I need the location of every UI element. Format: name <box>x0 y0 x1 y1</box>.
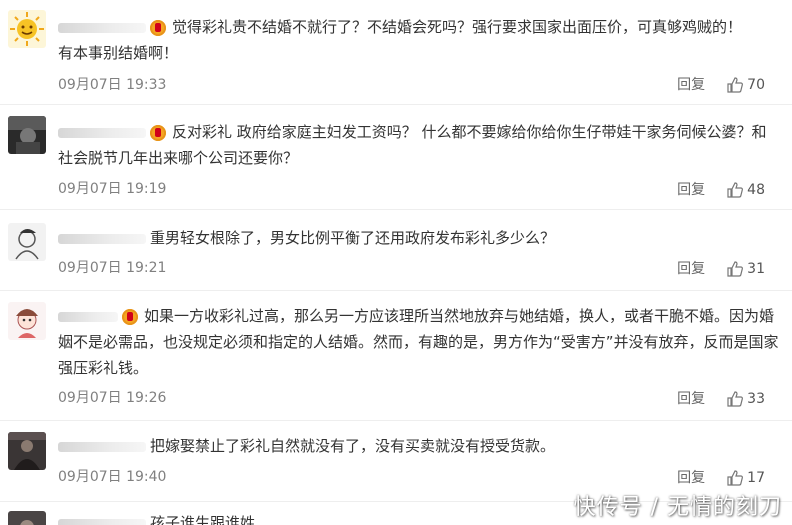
comment-line: 孩子谁生跟谁姓 <box>58 510 255 525</box>
comment-line: 把嫁娶禁止了彩礼自然就没有了，没有买卖就没有授受货款。 <box>58 433 555 459</box>
username-blurred[interactable] <box>58 233 146 244</box>
comment-text: 有本事别结婚啊！ <box>58 44 179 62</box>
comment-text: 姻不是必需品，也没规定必须和指定的人结婚。然而，有趣的是，男方作为“受害方”并没… <box>58 333 779 351</box>
avatar[interactable] <box>8 432 46 470</box>
comment-line: 重男轻女根除了，男女比例平衡了还用政府发布彩礼多少么？ <box>58 225 555 251</box>
like-button[interactable]: 70 <box>727 75 765 95</box>
comment-line: 强压彩礼钱。 <box>58 355 148 381</box>
reply-button[interactable]: 回复 <box>677 180 705 200</box>
avatar[interactable] <box>8 223 46 261</box>
watermark-text: 快传号 / 无情的刻刀 <box>573 495 782 520</box>
reply-button[interactable]: 回复 <box>677 389 705 409</box>
thumbs-up-icon <box>727 391 744 407</box>
username-blurred[interactable] <box>58 518 146 525</box>
comment-line: 觉得彩礼贵不结婚不就行了？不结婚会死吗？强行要求国家出面压价，可真够鸡贼的！ <box>58 14 742 40</box>
sun-avatar-icon <box>8 10 46 48</box>
avatar[interactable] <box>8 10 46 48</box>
thumbs-up-icon <box>727 77 744 93</box>
thumbs-up-icon <box>727 470 744 486</box>
like-button[interactable]: 48 <box>727 180 765 200</box>
comment-actions: 回复 70 <box>677 75 765 95</box>
reply-button[interactable]: 回复 <box>677 259 705 279</box>
partial-avatar-icon <box>8 511 46 525</box>
comment-actions: 回复 33 <box>677 389 765 409</box>
comment-text: 重男轻女根除了，男女比例平衡了还用政府发布彩礼多少么？ <box>150 229 556 247</box>
comment-item: 反对彩礼 政府给家庭主妇发工资吗？ 什么都不要嫁给你给你生仔带娃干家务伺候公婆？… <box>0 104 792 210</box>
comment-item: 重男轻女根除了，男女比例平衡了还用政府发布彩礼多少么？ 09月07日 19:21… <box>0 209 792 291</box>
comment-time: 09月07日 19:21 <box>58 260 167 276</box>
comment-actions: 回复 31 <box>677 259 765 279</box>
comment-line: 社会脱节几年出来哪个公司还要你？ <box>58 145 298 171</box>
comment-item: 觉得彩礼贵不结婚不就行了？不结婚会死吗？强行要求国家出面压价，可真够鸡贼的！ 有… <box>0 0 792 105</box>
comment-line: 反对彩礼 政府给家庭主妇发工资吗？ 什么都不要嫁给你给你生仔带娃干家务伺候公婆？… <box>58 119 767 145</box>
comment-text: 强压彩礼钱。 <box>58 359 149 377</box>
like-button[interactable]: 33 <box>727 389 765 409</box>
avatar[interactable] <box>8 302 46 340</box>
sketch-avatar-icon <box>8 223 46 261</box>
username-blurred[interactable] <box>58 441 146 452</box>
vip-crown-icon <box>122 308 138 325</box>
comment-line: 如果一方收彩礼过高，那么另一方应该理所当然地放弃与她结婚，换人，或者干脆不婚。因… <box>58 303 774 329</box>
cartoon-avatar-icon <box>8 302 46 340</box>
dark-figure-avatar-icon <box>8 432 46 470</box>
comment-time: 09月07日 19:19 <box>58 181 167 197</box>
vip-crown-icon <box>150 124 166 141</box>
comment-text: 如果一方收彩礼过高，那么另一方应该理所当然地放弃与她结婚，换人，或者干脆不婚。因… <box>144 307 775 325</box>
reply-button[interactable]: 回复 <box>677 468 705 488</box>
reply-button[interactable]: 回复 <box>677 75 705 95</box>
comment-line: 有本事别结婚啊！ <box>58 40 178 66</box>
comment-text: 反对彩礼 政府给家庭主妇发工资吗？ 什么都不要嫁给你给你生仔带娃干家务伺候公婆？… <box>172 123 767 141</box>
like-count: 33 <box>747 391 765 407</box>
username-blurred[interactable] <box>58 22 146 33</box>
username-blurred[interactable] <box>58 127 146 138</box>
comment-line: 姻不是必需品，也没规定必须和指定的人结婚。然而，有趣的是，男方作为“受害方”并没… <box>58 329 779 355</box>
like-button[interactable]: 17 <box>727 468 765 488</box>
comment-time: 09月07日 19:26 <box>58 390 167 406</box>
thumbs-up-icon <box>727 261 744 277</box>
avatar[interactable] <box>8 511 46 525</box>
comment-text: 社会脱节几年出来哪个公司还要你？ <box>58 149 299 167</box>
like-count: 17 <box>747 470 765 486</box>
like-button[interactable]: 31 <box>727 259 765 279</box>
comment-text: 把嫁娶禁止了彩礼自然就没有了，没有买卖就没有授受货款。 <box>150 437 556 455</box>
comment-actions: 回复 17 <box>677 468 765 488</box>
avatar[interactable] <box>8 116 46 154</box>
comment-text: 觉得彩礼贵不结婚不就行了？不结婚会死吗？强行要求国家出面压价，可真够鸡贼的！ <box>172 18 743 36</box>
like-count: 31 <box>747 261 765 277</box>
comment-time: 09月07日 19:33 <box>58 77 167 93</box>
dark-portrait-avatar-icon <box>8 116 46 154</box>
comment-actions: 回复 48 <box>677 180 765 200</box>
thumbs-up-icon <box>727 182 744 198</box>
like-count: 48 <box>747 182 765 198</box>
like-count: 70 <box>747 77 765 93</box>
username-blurred[interactable] <box>58 311 118 322</box>
vip-crown-icon <box>150 19 166 36</box>
comment-item: 如果一方收彩礼过高，那么另一方应该理所当然地放弃与她结婚，换人，或者干脆不婚。因… <box>0 290 792 421</box>
comment-time: 09月07日 19:40 <box>58 469 167 485</box>
comment-text: 孩子谁生跟谁姓 <box>150 514 256 525</box>
